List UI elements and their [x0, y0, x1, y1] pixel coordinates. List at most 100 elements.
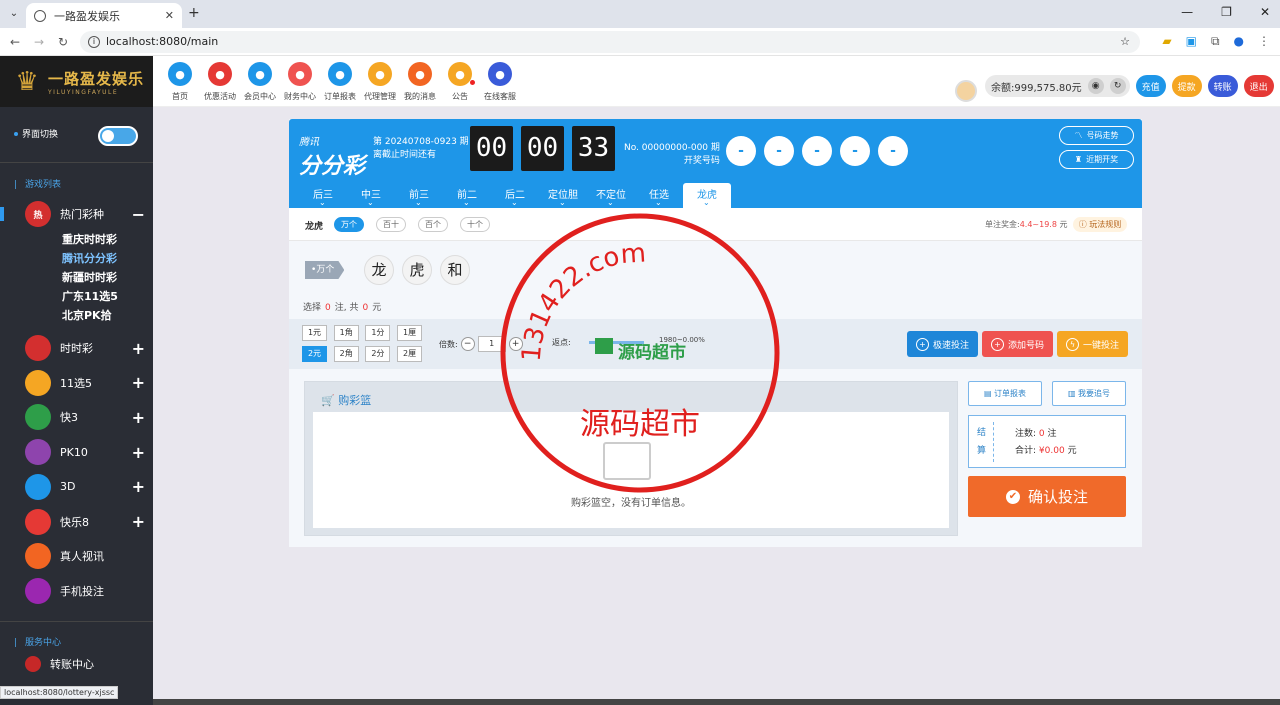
confirm-bet-button[interactable]: ✔ 确认投注	[968, 476, 1126, 517]
nav-item-1[interactable]: ● 优惠活动	[200, 62, 240, 102]
header-button-0[interactable]: 充值	[1135, 75, 1166, 97]
recent-draw-button[interactable]: ♜ 近期开奖	[1059, 150, 1134, 169]
issue-number: 第 20240708-0923 期	[373, 137, 469, 147]
chase-number-button[interactable]: ▥ 我要追号	[1052, 381, 1126, 406]
sidebar-item-0[interactable]: 时时彩 +	[25, 335, 145, 361]
expand-icon[interactable]: +	[132, 512, 145, 531]
url-input[interactable]: i localhost:8080/main ☆	[80, 31, 1140, 53]
close-window-icon[interactable]: ✕	[1260, 5, 1270, 19]
site-logo[interactable]: ♛ 一路盈发娱乐 YILUYINGFAYULE	[0, 56, 153, 107]
tab-1[interactable]: 中三	[347, 183, 395, 215]
browser-tab[interactable]: 一路盈发娱乐 ✕	[26, 3, 182, 28]
tab-6[interactable]: 不定位	[587, 183, 635, 215]
sidebar-subitem[interactable]: 北京PK拾	[62, 307, 112, 323]
nav-item-6[interactable]: ● 我的消息	[400, 62, 440, 102]
unit-button[interactable]: 2厘	[397, 346, 423, 362]
sidebar-item-hot[interactable]: 热 热门彩种 −	[25, 201, 145, 227]
sidebar-item-4[interactable]: 3D +	[25, 473, 145, 500]
sidebar-item-2[interactable]: 快3 +	[25, 404, 145, 431]
expand-icon[interactable]: +	[132, 339, 145, 358]
quick-bet-button[interactable]: + 极速投注	[907, 331, 978, 357]
total-amount: 合计: ¥0.00 元	[1015, 443, 1077, 456]
info-icon[interactable]: i	[88, 36, 100, 48]
sidebar-item-7[interactable]: 手机投注	[25, 577, 145, 604]
eye-icon[interactable]: ◉	[1087, 78, 1104, 94]
11x5-icon	[25, 369, 51, 396]
close-tab-icon[interactable]: ✕	[165, 9, 174, 22]
sidebar-item-6[interactable]: 真人视讯	[25, 543, 145, 570]
avatar[interactable]	[955, 80, 977, 102]
minus-icon[interactable]: −	[460, 337, 475, 351]
sidebar-item-transfer[interactable]: 转账中心	[25, 656, 145, 672]
position-pill[interactable]: 万个	[334, 217, 364, 232]
tab-5[interactable]: 定位胆	[539, 183, 587, 215]
nav-item-0[interactable]: ● 首页	[160, 62, 200, 102]
nav-item-2[interactable]: ● 会员中心	[240, 62, 280, 102]
unit-button[interactable]: 1厘	[397, 325, 423, 341]
tab-8[interactable]: 龙虎	[683, 183, 731, 215]
menu-icon[interactable]: ⋮	[1258, 34, 1270, 49]
new-tab-icon[interactable]: +	[188, 5, 200, 21]
add-number-button[interactable]: + 添加号码	[982, 331, 1053, 357]
reload-icon[interactable]: ↻	[58, 35, 68, 49]
position-pill[interactable]: 十个	[460, 217, 490, 232]
sel-label-a: 选择	[303, 303, 322, 313]
sidebar-item-1[interactable]: 11选5 +	[25, 369, 145, 396]
tab-7[interactable]: 任选	[635, 183, 683, 215]
restore-icon[interactable]: ❐	[1221, 5, 1232, 19]
nav-item-7[interactable]: ● 公告	[440, 62, 480, 102]
total-label: 合计:	[1015, 446, 1037, 456]
sidebar-item-5[interactable]: 快乐8 +	[25, 508, 145, 535]
unit-button[interactable]: 1元	[302, 325, 327, 341]
unit-button[interactable]: 2元	[302, 346, 327, 362]
expand-icon[interactable]: +	[132, 408, 145, 427]
interface-toggle[interactable]	[98, 126, 138, 146]
sidebar-subitem[interactable]: 腾讯分分彩	[62, 250, 117, 266]
back-icon[interactable]: ←	[10, 35, 20, 49]
nav-item-5[interactable]: ● 代理管理	[360, 62, 400, 102]
collapse-icon[interactable]: −	[132, 205, 145, 224]
profile-icon[interactable]: ●	[1234, 34, 1244, 49]
tab-0[interactable]: 后三	[299, 183, 347, 215]
sidebar-subitem[interactable]: 新疆时时彩	[62, 269, 117, 285]
sidebar-subitem[interactable]: 广东11选5	[62, 288, 118, 304]
bookmark-star-icon[interactable]: ☆	[1120, 31, 1130, 53]
unit-button[interactable]: 2角	[333, 346, 359, 362]
extension-icon[interactable]: ▰	[1162, 34, 1171, 49]
expand-icon[interactable]: +	[132, 477, 145, 496]
mobile-icon	[25, 577, 51, 604]
sidebar-subitem[interactable]: 重庆时时彩	[62, 231, 117, 247]
unit-button[interactable]: 2分	[365, 346, 391, 362]
live-icon	[25, 543, 51, 570]
unit-button[interactable]: 1分	[365, 325, 391, 341]
translate-icon[interactable]: ▣	[1186, 34, 1197, 49]
forward-icon[interactable]: →	[34, 35, 44, 49]
tab-list-icon[interactable]: ⌄	[6, 6, 22, 22]
minimize-icon[interactable]: —	[1181, 5, 1193, 19]
unit-button[interactable]: 1角	[333, 325, 359, 341]
choice-ball[interactable]: 虎	[402, 255, 432, 285]
header-button-1[interactable]: 提款	[1171, 75, 1202, 97]
puzzle-icon[interactable]: ⧉	[1211, 34, 1220, 49]
position-pill[interactable]: 百十	[376, 217, 406, 232]
choice-ball[interactable]: 和	[440, 255, 470, 285]
refresh-icon[interactable]: ↻	[1109, 78, 1126, 94]
header-button-3[interactable]: 退出	[1243, 75, 1274, 97]
switch-row: 界面切换	[14, 127, 58, 140]
choice-ball[interactable]: 龙	[364, 255, 394, 285]
tab-2[interactable]: 前三	[395, 183, 443, 215]
tab-4[interactable]: 后二	[491, 183, 539, 215]
sidebar-item-3[interactable]: PK10 +	[25, 439, 145, 466]
one-click-bet-button[interactable]: ϟ 一键投注	[1057, 331, 1128, 357]
expand-icon[interactable]: +	[132, 443, 145, 462]
position-pill[interactable]: 百个	[418, 217, 448, 232]
header-button-2[interactable]: 转账	[1207, 75, 1238, 97]
order-report-button[interactable]: ▤ 订单报表	[968, 381, 1042, 406]
trend-button[interactable]: 〽号码走势	[1059, 126, 1134, 145]
expand-icon[interactable]: +	[132, 373, 145, 392]
tab-3[interactable]: 前二	[443, 183, 491, 215]
nav-item-3[interactable]: ● 财务中心	[280, 62, 320, 102]
nav-item-4[interactable]: ● 订单报表	[320, 62, 360, 102]
nav-item-8[interactable]: ● 在线客服	[480, 62, 520, 102]
rules-button[interactable]: ⓘ 玩法规则	[1073, 217, 1127, 232]
